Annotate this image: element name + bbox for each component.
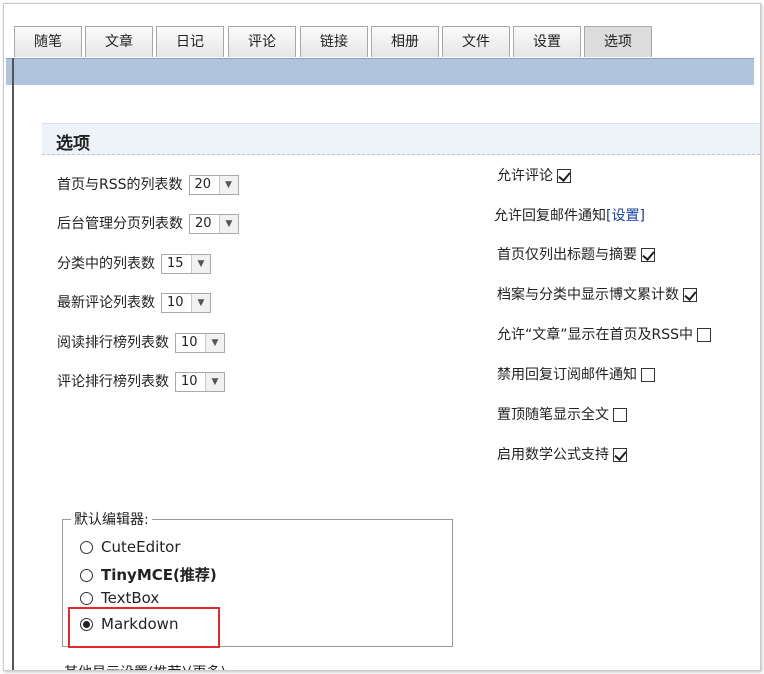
option-label: 允许“文章”显示在首页及RSS中 [497,327,694,343]
editor-option-cuteeditor[interactable]: CuteEditor [80,538,180,556]
tab-files[interactable]: 文件 [442,26,510,57]
option-label: 允许评论 [497,168,553,184]
tab-diary[interactable]: 日记 [156,26,224,57]
option-row: 档案与分类中显示博文累计数 [497,284,697,304]
tab-albums[interactable]: 相册 [371,26,439,57]
chevron-down-icon: ▼ [219,215,238,233]
articles-on-homepage-checkbox[interactable] [697,328,712,342]
list-setting-row: 最新评论列表数 10 ▼ [57,292,211,313]
section-title: 选项 [56,134,90,154]
math-formula-checkbox[interactable] [613,448,627,462]
option-label: 启用数学公式支持 [497,447,609,463]
option-row: 禁用回复订阅邮件通知 [497,364,655,384]
option-label: 档案与分类中显示博文累计数 [497,287,679,303]
chevron-down-icon: ▼ [218,176,238,194]
list-setting-row: 分类中的列表数 15 ▼ [57,253,211,274]
cut-off-section-label: 其他显示设置(推荐)(更多) [64,662,226,670]
default-editor-legend: 默认编辑器: [74,512,149,528]
chevron-down-icon: ▼ [191,294,210,312]
list-count-select[interactable]: 10 ▼ [175,333,225,353]
radio-button[interactable] [80,569,93,582]
tab-comments[interactable]: 评论 [228,26,296,57]
list-setting-label: 最新评论列表数 [57,295,155,311]
editor-option-tinymce[interactable]: TinyMCE(推荐) [80,564,217,585]
markdown-highlight-box [68,607,220,648]
list-count-select[interactable]: 10 ▼ [175,372,225,392]
chevron-down-icon: ▼ [205,373,224,391]
list-setting-row: 首页与RSS的列表数 20 ▼ [57,174,239,195]
list-setting-label: 首页与RSS的列表数 [57,177,183,193]
chevron-down-icon: ▼ [205,334,224,352]
radio-button[interactable] [80,541,93,554]
option-label: 允许回复邮件通知 [494,208,606,224]
list-setting-label: 评论排行榜列表数 [57,374,169,390]
list-count-select[interactable]: 15 ▼ [161,254,211,274]
allow-comments-checkbox[interactable] [557,169,571,183]
list-setting-row: 阅读排行榜列表数 10 ▼ [57,332,225,353]
list-count-select[interactable]: 20 ▼ [188,175,239,195]
list-setting-label: 分类中的列表数 [57,256,155,272]
option-label: 禁用回复订阅邮件通知 [497,367,637,383]
list-setting-label: 后台管理分页列表数 [57,216,183,232]
option-label: 首页仅列出标题与摘要 [497,247,637,263]
tab-settings[interactable]: 设置 [513,26,581,57]
tab-links[interactable]: 链接 [300,26,368,57]
option-row: 首页仅列出标题与摘要 [497,244,655,264]
option-row: 置顶随笔显示全文 [497,404,627,424]
list-setting-row: 后台管理分页列表数 20 ▼ [57,213,239,234]
option-row: 允许回复邮件通知[设置] [494,205,645,225]
show-post-count-checkbox[interactable] [683,288,697,302]
email-notify-settings-link[interactable]: [设置] [606,208,645,224]
option-row: 允许评论 [497,165,571,185]
option-label: 置顶随笔显示全文 [497,407,609,423]
list-count-select[interactable]: 10 ▼ [161,293,211,313]
tab-content-bar [6,58,754,85]
summary-only-checkbox[interactable] [641,248,655,262]
section-header: 选项 [42,123,760,155]
disable-reply-email-checkbox[interactable] [641,368,655,382]
content-left-border [12,58,14,670]
tab-articles[interactable]: 文章 [85,26,153,57]
radio-button[interactable] [80,592,93,605]
editor-option-textbox[interactable]: TextBox [80,589,159,607]
tab-posts[interactable]: 随笔 [14,26,82,57]
window-frame: 随笔 文章 日记 评论 链接 相册 文件 设置 选项 选项 首页与RSS的列表数… [3,3,761,671]
list-setting-row: 评论排行榜列表数 10 ▼ [57,371,225,392]
chevron-down-icon: ▼ [191,255,210,273]
tab-options[interactable]: 选项 [584,26,652,57]
option-row: 允许“文章”显示在首页及RSS中 [497,324,712,344]
list-setting-label: 阅读排行榜列表数 [57,335,169,351]
option-row: 启用数学公式支持 [497,444,627,464]
list-count-select[interactable]: 20 ▼ [189,214,239,234]
pinned-full-text-checkbox[interactable] [613,408,627,422]
